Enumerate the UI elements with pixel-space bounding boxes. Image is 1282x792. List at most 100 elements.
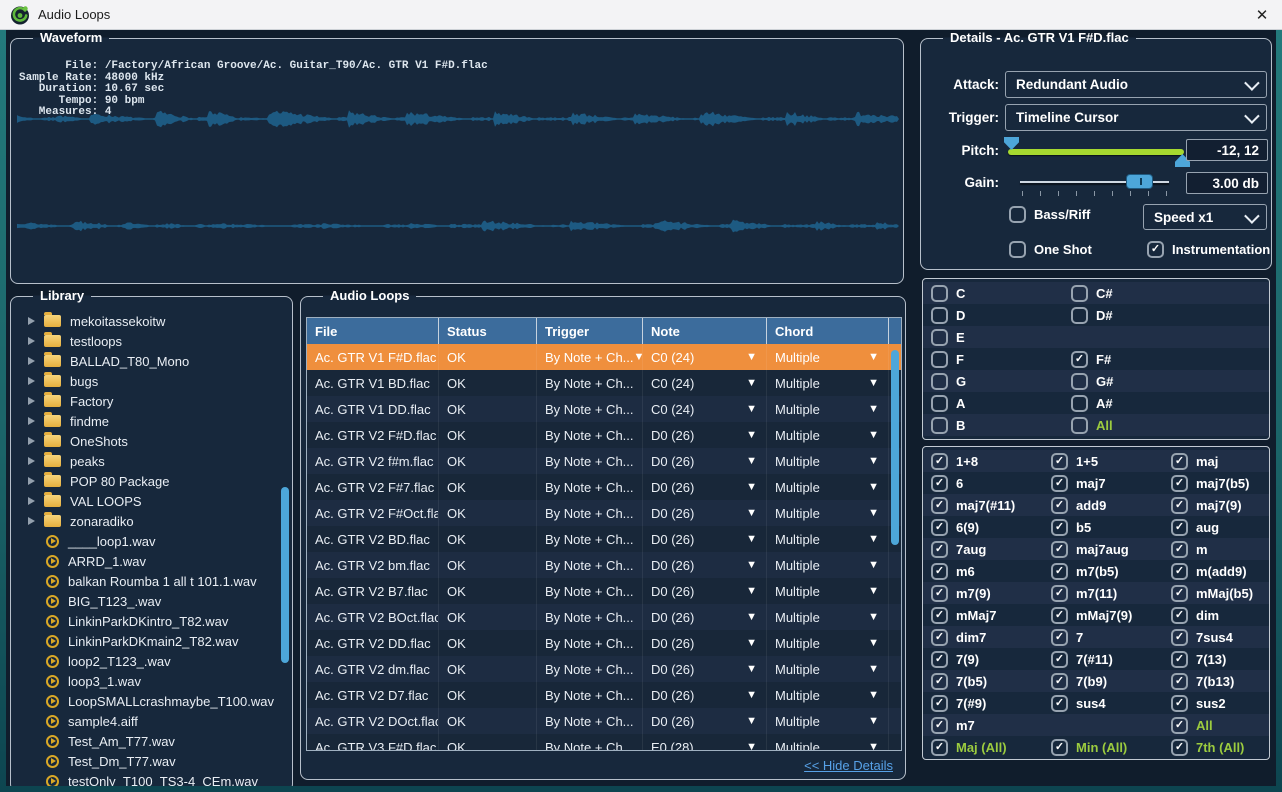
chord-dropdown-icon[interactable]: ▼ xyxy=(868,664,879,675)
note-dropdown-icon[interactable]: ▼ xyxy=(746,612,757,623)
chord-checkbox-m7(9)[interactable] xyxy=(931,585,948,602)
library-folder-item[interactable]: POP 80 Package xyxy=(12,471,280,491)
note-dropdown-icon[interactable]: ▼ xyxy=(746,482,757,493)
library-file-item[interactable]: Test_Am_T77.wav xyxy=(12,731,280,751)
library-file-item[interactable]: BIG_T123_.wav xyxy=(12,591,280,611)
speed-select[interactable]: Speed x1 xyxy=(1143,204,1267,230)
chord-checkbox-mMaj7[interactable] xyxy=(931,607,948,624)
chord-checkbox-7(#9)[interactable] xyxy=(931,695,948,712)
chord-checkbox-add9[interactable] xyxy=(1051,497,1068,514)
chord-checkbox-sus2[interactable] xyxy=(1171,695,1188,712)
table-row[interactable]: Ac. GTR V2 bm.flacOKBy Note + Ch...D0 (2… xyxy=(307,552,901,578)
note-checkbox-B[interactable] xyxy=(931,417,948,434)
note-dropdown-icon[interactable]: ▼ xyxy=(746,664,757,675)
table-row[interactable]: Ac. GTR V1 DD.flacOKBy Note + Ch...C0 (2… xyxy=(307,396,901,422)
table-row[interactable]: Ac. GTR V3 F#D.flacOKBy Note + Ch...E0 (… xyxy=(307,734,901,750)
table-row[interactable]: Ac. GTR V1 F#D.flacOKBy Note + Ch...▼C0 … xyxy=(307,344,901,370)
library-file-item[interactable]: loop2_T123_.wav xyxy=(12,651,280,671)
note-checkbox-All[interactable] xyxy=(1071,417,1088,434)
table-row[interactable]: Ac. GTR V2 F#Oct.flacOKBy Note + Ch...D0… xyxy=(307,500,901,526)
note-dropdown-icon[interactable]: ▼ xyxy=(746,742,757,751)
chord-dropdown-icon[interactable]: ▼ xyxy=(868,430,879,441)
library-file-item[interactable]: testOnly_T100_TS3-4_CEm.wav xyxy=(12,771,280,786)
expander-icon[interactable] xyxy=(28,337,35,345)
library-scrollbar-thumb[interactable] xyxy=(281,487,289,663)
chord-checkbox-maj7aug[interactable] xyxy=(1051,541,1068,558)
chord-checkbox-1+5[interactable] xyxy=(1051,453,1068,470)
library-file-item[interactable]: balkan Roumba 1 all t 101.1.wav xyxy=(12,571,280,591)
note-checkbox-E[interactable] xyxy=(931,329,948,346)
chord-dropdown-icon[interactable]: ▼ xyxy=(868,456,879,467)
chord-dropdown-icon[interactable]: ▼ xyxy=(868,586,879,597)
table-row[interactable]: Ac. GTR V1 BD.flacOKBy Note + Ch...C0 (2… xyxy=(307,370,901,396)
chord-checkbox-m(add9)[interactable] xyxy=(1171,563,1188,580)
expander-icon[interactable] xyxy=(28,517,35,525)
attack-select[interactable]: Redundant Audio xyxy=(1005,71,1267,98)
chord-checkbox-All[interactable] xyxy=(1171,717,1188,734)
trigger-dropdown-icon[interactable]: ▼ xyxy=(634,352,643,363)
chord-checkbox-7(b5)[interactable] xyxy=(931,673,948,690)
chord-checkbox-m7(b5)[interactable] xyxy=(1051,563,1068,580)
chord-dropdown-icon[interactable]: ▼ xyxy=(868,482,879,493)
note-checkbox-G#[interactable] xyxy=(1071,373,1088,390)
note-checkbox-F[interactable] xyxy=(931,351,948,368)
note-dropdown-icon[interactable]: ▼ xyxy=(746,690,757,701)
library-folder-item[interactable]: bugs xyxy=(12,371,280,391)
chord-checkbox-7(b13)[interactable] xyxy=(1171,673,1188,690)
library-file-item[interactable]: loop3_1.wav xyxy=(12,671,280,691)
table-row[interactable]: Ac. GTR V2 f#m.flacOKBy Note + Ch...D0 (… xyxy=(307,448,901,474)
chord-checkbox-m[interactable] xyxy=(1171,541,1188,558)
expander-icon[interactable] xyxy=(28,437,35,445)
library-folder-item[interactable]: OneShots xyxy=(12,431,280,451)
note-checkbox-D[interactable] xyxy=(931,307,948,324)
note-dropdown-icon[interactable]: ▼ xyxy=(746,534,757,545)
chord-checkbox-7(#11)[interactable] xyxy=(1051,651,1068,668)
chord-checkbox-dim7[interactable] xyxy=(931,629,948,646)
chord-checkbox-7(13)[interactable] xyxy=(1171,651,1188,668)
chord-checkbox-m6[interactable] xyxy=(931,563,948,580)
library-file-item[interactable]: LinkinParkDKintro_T82.wav xyxy=(12,611,280,631)
library-file-item[interactable]: Test_Dm_T77.wav xyxy=(12,751,280,771)
library-folder-item[interactable]: testloops xyxy=(12,331,280,351)
chord-dropdown-icon[interactable]: ▼ xyxy=(868,352,879,363)
chord-checkbox-7[interactable] xyxy=(1051,629,1068,646)
expander-icon[interactable] xyxy=(28,397,35,405)
library-file-item[interactable]: LinkinParkDKmain2_T82.wav xyxy=(12,631,280,651)
chord-checkbox-aug[interactable] xyxy=(1171,519,1188,536)
chord-dropdown-icon[interactable]: ▼ xyxy=(868,508,879,519)
chord-dropdown-icon[interactable]: ▼ xyxy=(868,742,879,751)
chord-dropdown-icon[interactable]: ▼ xyxy=(868,638,879,649)
chord-checkbox-7sus4[interactable] xyxy=(1171,629,1188,646)
table-row[interactable]: Ac. GTR V2 F#7.flacOKBy Note + Ch...D0 (… xyxy=(307,474,901,500)
chord-dropdown-icon[interactable]: ▼ xyxy=(868,612,879,623)
expander-icon[interactable] xyxy=(28,417,35,425)
library-folder-item[interactable]: peaks xyxy=(12,451,280,471)
chord-checkbox-6(9)[interactable] xyxy=(931,519,948,536)
column-header-note[interactable]: Note xyxy=(643,318,767,344)
column-header-trigger[interactable]: Trigger xyxy=(537,318,643,344)
trigger-select[interactable]: Timeline Cursor xyxy=(1005,104,1267,131)
expander-icon[interactable] xyxy=(28,317,35,325)
close-icon[interactable]: ✕ xyxy=(1250,4,1274,26)
table-row[interactable]: Ac. GTR V2 dm.flacOKBy Note + Ch...D0 (2… xyxy=(307,656,901,682)
chord-checkbox-mMaj(b5)[interactable] xyxy=(1171,585,1188,602)
chord-checkbox-maj7(b5)[interactable] xyxy=(1171,475,1188,492)
expander-icon[interactable] xyxy=(28,377,35,385)
chord-checkbox-maj[interactable] xyxy=(1171,453,1188,470)
chord-checkbox-m7(11)[interactable] xyxy=(1051,585,1068,602)
library-file-item[interactable]: LoopSMALLcrashmaybe_T100.wav xyxy=(12,691,280,711)
pitch-range-field[interactable]: -12, 12 xyxy=(1186,139,1268,161)
note-dropdown-icon[interactable]: ▼ xyxy=(746,352,757,363)
table-row[interactable]: Ac. GTR V2 BOct.flacOKBy Note + Ch...D0 … xyxy=(307,604,901,630)
chord-checkbox-maj7(#11)[interactable] xyxy=(931,497,948,514)
library-folder-item[interactable]: findme xyxy=(12,411,280,431)
note-dropdown-icon[interactable]: ▼ xyxy=(746,378,757,389)
chord-checkbox-dim[interactable] xyxy=(1171,607,1188,624)
chord-checkbox-sus4[interactable] xyxy=(1051,695,1068,712)
table-row[interactable]: Ac. GTR V2 DD.flacOKBy Note + Ch...D0 (2… xyxy=(307,630,901,656)
note-checkbox-A[interactable] xyxy=(931,395,948,412)
note-dropdown-icon[interactable]: ▼ xyxy=(746,716,757,727)
instrumentation-checkbox[interactable] xyxy=(1147,241,1164,258)
expander-icon[interactable] xyxy=(28,497,35,505)
library-folder-item[interactable]: zonaradiko xyxy=(12,511,280,531)
